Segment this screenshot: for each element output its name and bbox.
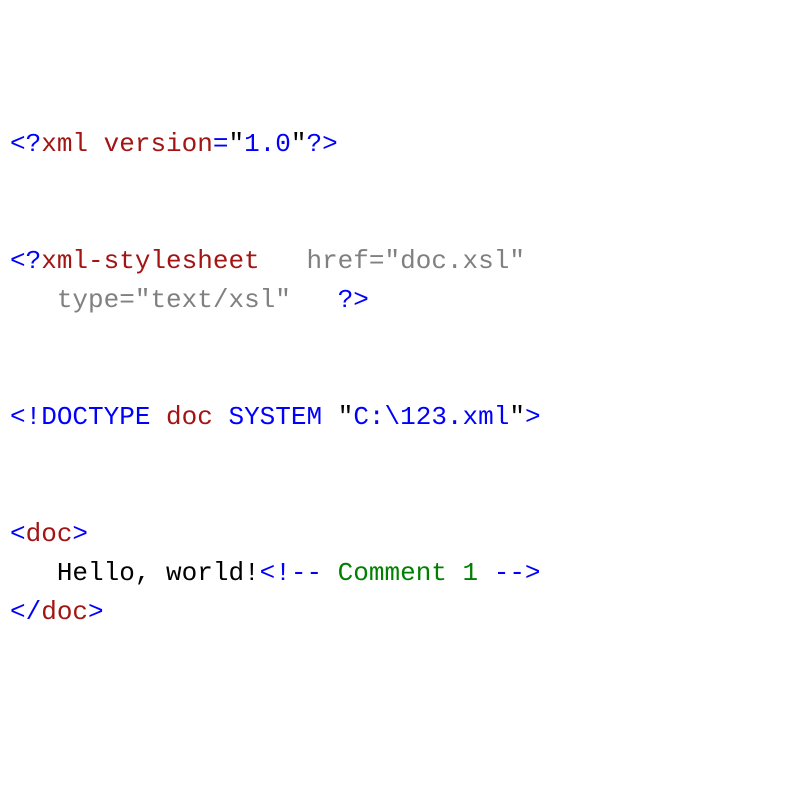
attr-value: 1.0 xyxy=(244,129,291,159)
decl-close: > xyxy=(525,402,541,432)
attr-name: type xyxy=(57,285,119,315)
quote: " xyxy=(509,246,525,276)
line-content: Hello, world!<!-- Comment 1 --> xyxy=(10,558,541,588)
blank-line xyxy=(10,164,797,203)
gap xyxy=(291,285,338,315)
pi-open: <? xyxy=(10,246,41,276)
blank-line xyxy=(10,320,797,359)
gap xyxy=(260,246,307,276)
pi-name: xml xyxy=(41,129,88,159)
decl-open: <! xyxy=(10,402,41,432)
quote: " xyxy=(135,285,151,315)
space xyxy=(88,129,104,159)
equals: = xyxy=(369,246,385,276)
pi-close: ?> xyxy=(338,285,369,315)
space xyxy=(322,402,338,432)
quote: " xyxy=(509,402,525,432)
tag-name: doc xyxy=(41,597,88,627)
line-xml-decl: <?xml version="1.0"?> xyxy=(10,129,338,159)
equals: = xyxy=(119,285,135,315)
doctype-kw: DOCTYPE xyxy=(41,402,150,432)
line-open-tag: <doc> xyxy=(10,519,88,549)
pi-open: <? xyxy=(10,129,41,159)
space xyxy=(150,402,166,432)
line-doctype: <!DOCTYPE doc SYSTEM "C:\123.xml"> xyxy=(10,402,541,432)
root-element: doc xyxy=(166,402,213,432)
blank-line xyxy=(10,437,797,476)
comment-close: --> xyxy=(494,558,541,588)
tag-close: > xyxy=(72,519,88,549)
quote: " xyxy=(228,129,244,159)
line-stylesheet: <?xml-stylesheet href="doc.xsl" xyxy=(10,246,525,276)
space xyxy=(213,402,229,432)
tag-name: doc xyxy=(26,519,73,549)
pi-name: xml-stylesheet xyxy=(41,246,259,276)
attr-value: doc.xsl xyxy=(400,246,509,276)
quote: " xyxy=(275,285,291,315)
indent xyxy=(10,558,57,588)
text-content: Hello, world! xyxy=(57,558,260,588)
quote: " xyxy=(291,129,307,159)
code-block: <?xml version="1.0"?> <?xml-stylesheet h… xyxy=(10,125,797,632)
attr-value: text/xsl xyxy=(150,285,275,315)
pi-close: ?> xyxy=(307,129,338,159)
system-kw: SYSTEM xyxy=(228,402,322,432)
indent xyxy=(10,285,57,315)
tag-close: > xyxy=(88,597,104,627)
line-stylesheet-cont: type="text/xsl" ?> xyxy=(10,285,369,315)
comment-open: <!-- xyxy=(260,558,322,588)
equals: = xyxy=(213,129,229,159)
system-path: C:\123.xml xyxy=(353,402,509,432)
line-close-tag: </doc> xyxy=(10,597,104,627)
tag-open: </ xyxy=(10,597,41,627)
attr-name: version xyxy=(104,129,213,159)
quote: " xyxy=(385,246,401,276)
attr-name: href xyxy=(306,246,368,276)
quote: " xyxy=(338,402,354,432)
tag-open: < xyxy=(10,519,26,549)
comment-body: Comment 1 xyxy=(322,558,494,588)
